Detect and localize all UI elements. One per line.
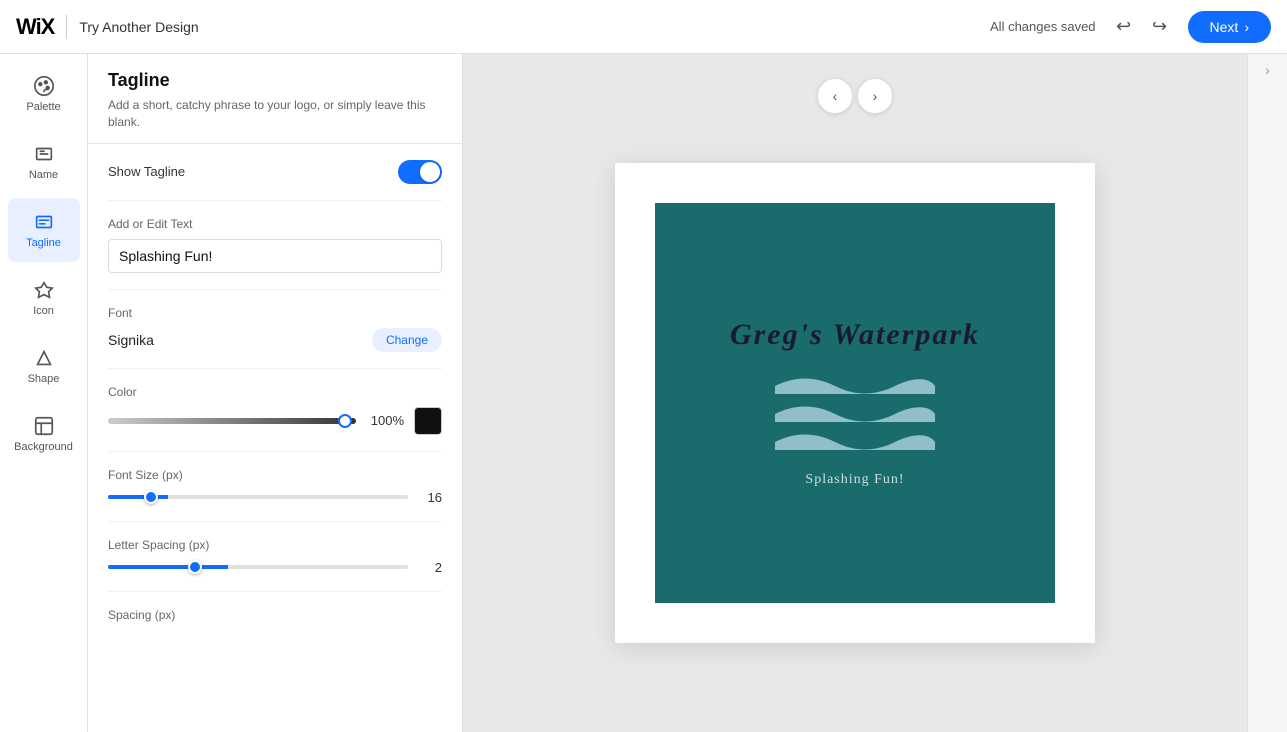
- next-arrow-icon: ›: [1244, 19, 1249, 35]
- toggle-row: Show Tagline ✓: [108, 160, 442, 184]
- letter-spacing-value: 2: [418, 560, 442, 575]
- show-tagline-label: Show Tagline: [108, 164, 185, 179]
- prev-arrow-button[interactable]: ‹: [817, 78, 853, 114]
- tagline-text-input[interactable]: [108, 239, 442, 273]
- font-size-slider[interactable]: [108, 495, 408, 499]
- wix-logo: WiX: [16, 14, 54, 40]
- sidebar-item-background[interactable]: Background: [8, 402, 80, 466]
- logo-inner: Greg's Waterpark Splashing Fun!: [655, 203, 1055, 603]
- font-size-value: 16: [418, 490, 442, 505]
- sidebar-item-palette[interactable]: Palette: [8, 62, 80, 126]
- palette-icon: [33, 75, 55, 97]
- shape-label: Shape: [28, 373, 60, 385]
- redo-button[interactable]: ↪: [1144, 11, 1176, 43]
- next-arrow-button[interactable]: ›: [857, 78, 893, 114]
- sidebar-item-name[interactable]: Name: [8, 130, 80, 194]
- show-tagline-section: Show Tagline ✓: [108, 144, 442, 201]
- tagline-label: Tagline: [26, 237, 61, 249]
- header-right: All changes saved ↩ ↪ Next ›: [990, 11, 1271, 43]
- header-divider: [66, 15, 67, 39]
- palette-label: Palette: [26, 101, 60, 113]
- text-field-label: Add or Edit Text: [108, 217, 442, 231]
- logo-card: Greg's Waterpark Splashing Fun!: [615, 163, 1095, 643]
- panel-description: Add a short, catchy phrase to your logo,…: [108, 97, 442, 131]
- color-percent-value: 100%: [366, 413, 404, 428]
- font-row: Signika Change: [108, 328, 442, 352]
- color-slider-thumb: [338, 414, 352, 428]
- wave-2-icon: [775, 400, 935, 422]
- wave-3-icon: [775, 428, 935, 450]
- background-label: Background: [14, 441, 73, 453]
- font-section: Font Signika Change: [108, 290, 442, 369]
- font-size-section: Font Size (px) 16: [108, 452, 442, 522]
- undo-button[interactable]: ↩: [1108, 11, 1140, 43]
- name-label: Name: [29, 169, 58, 181]
- letter-spacing-slider-row: 2: [108, 560, 442, 575]
- color-slider[interactable]: [108, 418, 356, 424]
- app-header: WiX Try Another Design All changes saved…: [0, 0, 1287, 54]
- tagline-panel: Tagline Add a short, catchy phrase to yo…: [88, 54, 463, 732]
- color-slider-container: [108, 418, 356, 424]
- font-size-label: Font Size (px): [108, 468, 442, 482]
- letter-spacing-label: Letter Spacing (px): [108, 538, 442, 552]
- color-field-label: Color: [108, 385, 442, 399]
- logo-tagline: Splashing Fun!: [805, 472, 904, 488]
- right-collapse-icon[interactable]: ›: [1265, 62, 1270, 78]
- header-logo: WiX Try Another Design: [16, 14, 199, 40]
- spacing-section: Spacing (px): [108, 592, 442, 646]
- panel-body: Show Tagline ✓ Add or Edit Text Font Sig…: [88, 144, 462, 732]
- save-status: All changes saved: [990, 19, 1096, 34]
- right-panel: ›: [1247, 54, 1287, 732]
- sidebar-icons: Palette Name Tagline Icon: [0, 54, 88, 732]
- letter-spacing-section: Letter Spacing (px) 2: [108, 522, 442, 592]
- wave-group: [775, 372, 935, 450]
- undo-redo-group: ↩ ↪: [1108, 11, 1176, 43]
- nav-arrows: ‹ ›: [817, 78, 893, 114]
- background-icon: [33, 415, 55, 437]
- canvas-area: ‹ › Greg's Waterpark Splas: [463, 54, 1247, 732]
- main-content: Palette Name Tagline Icon: [0, 54, 1287, 732]
- header-title: Try Another Design: [79, 19, 198, 35]
- name-icon: [33, 143, 55, 165]
- font-name-display: Signika: [108, 332, 154, 348]
- icon-icon: [33, 279, 55, 301]
- change-font-button[interactable]: Change: [372, 328, 442, 352]
- panel-header: Tagline Add a short, catchy phrase to yo…: [88, 54, 462, 144]
- color-row: 100%: [108, 407, 442, 435]
- toggle-check-icon: ✓: [427, 165, 436, 178]
- icon-label: Icon: [33, 305, 54, 317]
- font-size-slider-row: 16: [108, 490, 442, 505]
- font-field-label: Font: [108, 306, 442, 320]
- color-section: Color 100%: [108, 369, 442, 452]
- letter-spacing-slider[interactable]: [108, 565, 408, 569]
- spacing-label: Spacing (px): [108, 608, 442, 622]
- tagline-icon: [33, 211, 55, 233]
- color-swatch[interactable]: [414, 407, 442, 435]
- shape-icon: [33, 347, 55, 369]
- show-tagline-toggle[interactable]: ✓: [398, 160, 442, 184]
- wave-1-icon: [775, 372, 935, 394]
- sidebar-item-icon[interactable]: Icon: [8, 266, 80, 330]
- logo-title: Greg's Waterpark: [730, 318, 980, 352]
- sidebar-item-shape[interactable]: Shape: [8, 334, 80, 398]
- next-button[interactable]: Next ›: [1188, 11, 1271, 43]
- sidebar-item-tagline[interactable]: Tagline: [8, 198, 80, 262]
- text-edit-section: Add or Edit Text: [108, 201, 442, 290]
- panel-title: Tagline: [108, 70, 442, 91]
